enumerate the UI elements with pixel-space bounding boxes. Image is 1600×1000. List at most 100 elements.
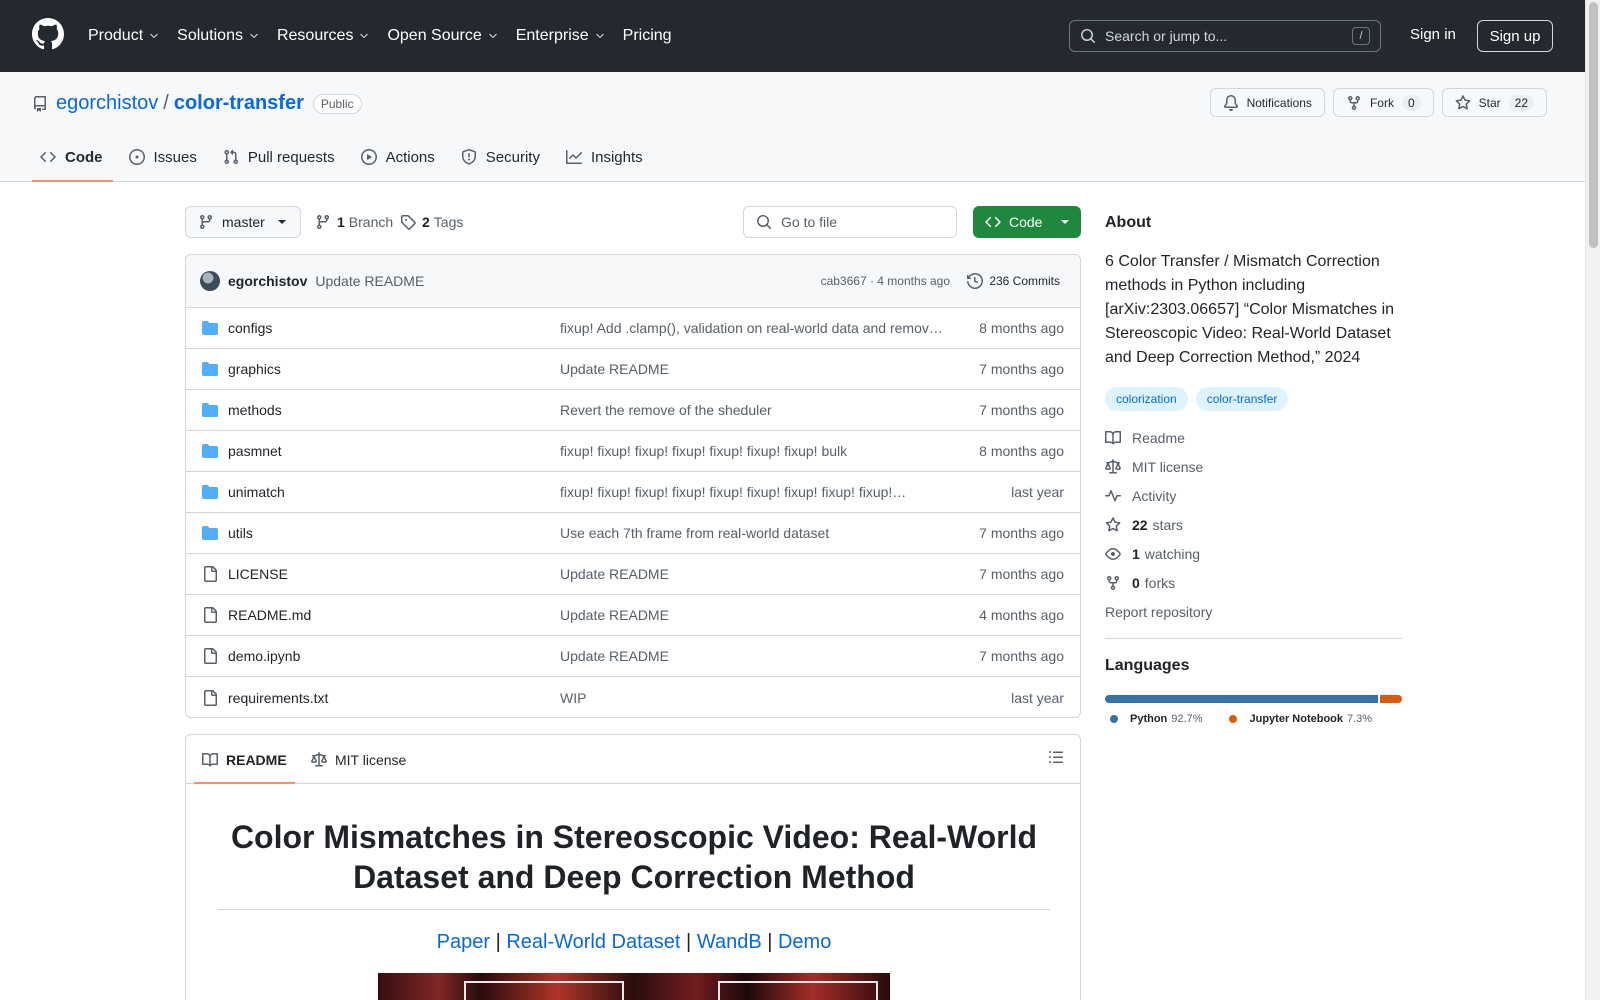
commit-message-link[interactable]: Update README	[560, 607, 945, 623]
stars-link[interactable]: 22 stars	[1105, 510, 1402, 539]
folder-icon-wrap	[202, 484, 218, 500]
branches-link[interactable]: 1 Branch	[315, 214, 393, 230]
commit-age: 8 months ago	[979, 320, 1064, 336]
watchers-link[interactable]: 1 watching	[1105, 539, 1402, 568]
branch-selector-button[interactable]: master	[185, 206, 301, 238]
nav-solutions[interactable]: Solutions	[177, 27, 260, 45]
language-item[interactable]: Jupyter Notebook 7.3%	[1224, 713, 1372, 725]
commit-message-link[interactable]: Update README	[560, 361, 945, 377]
fork-button[interactable]: Fork 0	[1332, 88, 1434, 117]
commit-message-link[interactable]: fixup! fixup! fixup! fixup! fixup! fixup…	[560, 443, 945, 459]
table-row[interactable]: configs fixup! Add .clamp(), validation o…	[186, 308, 1080, 349]
scrollbar-thumb[interactable]	[1589, 2, 1598, 248]
file-name-link[interactable]: README.md	[228, 607, 311, 623]
table-row[interactable]: utils Use each 7th frame from real-world …	[186, 513, 1080, 554]
file-name-link[interactable]: pasmnet	[228, 443, 282, 459]
sign-up-button[interactable]: Sign up	[1477, 20, 1553, 52]
table-row[interactable]: methods Revert the remove of the sheduler…	[186, 390, 1080, 431]
search-icon	[1081, 29, 1095, 43]
language-item[interactable]: Python 92.7%	[1105, 713, 1202, 725]
commit-message-link[interactable]: fixup! Add .clamp(), validation on real-…	[560, 320, 945, 336]
file-name-link[interactable]: demo.ipynb	[228, 648, 300, 664]
repo-owner-link[interactable]: egorchistov	[56, 92, 158, 115]
nav-pricing[interactable]: Pricing	[623, 27, 672, 45]
page-scrollbar[interactable]	[1585, 0, 1600, 1000]
nav-enterprise[interactable]: Enterprise	[516, 27, 606, 45]
demo-link[interactable]: Demo	[778, 931, 831, 953]
tab-issues[interactable]: Issues	[121, 132, 207, 182]
commit-age: 7 months ago	[979, 566, 1064, 582]
topic-tag[interactable]: color-transfer	[1195, 387, 1289, 411]
commits-history-link[interactable]: 236 Commits	[967, 273, 1060, 289]
file-name-link[interactable]: unimatch	[228, 484, 285, 500]
code-dropdown-button[interactable]: Code	[973, 206, 1081, 238]
nav-resources[interactable]: Resources	[277, 27, 370, 45]
real-world-dataset-link[interactable]: Real-World Dataset	[506, 931, 680, 953]
activity-link[interactable]: Activity	[1105, 481, 1402, 510]
github-logo-icon[interactable]	[32, 18, 64, 50]
link-separator: |	[767, 931, 773, 953]
file-name-link[interactable]: methods	[228, 402, 282, 418]
tab-readme[interactable]: README	[194, 735, 295, 784]
tab-actions[interactable]: Actions	[353, 132, 445, 182]
fork-icon	[1107, 575, 1119, 590]
sign-in-link[interactable]: Sign in	[1410, 26, 1456, 43]
forks-link[interactable]: 0 forks	[1105, 568, 1402, 597]
table-row[interactable]: unimatch fixup! fixup! fixup! fixup! fixu…	[186, 472, 1080, 513]
fork-count: 0	[1401, 94, 1421, 111]
topic-tag[interactable]: colorization	[1105, 387, 1188, 411]
search-placeholder: Search or jump to...	[1105, 28, 1228, 44]
nav-product[interactable]: Product	[88, 27, 160, 45]
readme-link[interactable]: Readme	[1105, 423, 1402, 452]
tab-code[interactable]: Code	[32, 132, 113, 182]
global-search-input[interactable]: Search or jump to... /	[1069, 20, 1381, 52]
table-row[interactable]: graphics Update README 7 months ago	[186, 349, 1080, 390]
commit-message-link[interactable]: Revert the remove of the sheduler	[560, 402, 945, 418]
tab-pull-requests[interactable]: Pull requests	[215, 132, 345, 182]
go-to-file-input[interactable]: Go to file	[743, 206, 957, 238]
file-name-link[interactable]: requirements.txt	[228, 690, 328, 706]
commit-message-link[interactable]: fixup! fixup! fixup! fixup! fixup! fixup…	[560, 484, 945, 500]
report-repository-link[interactable]: Report repository	[1105, 597, 1402, 626]
table-of-contents-button[interactable]	[1048, 749, 1064, 765]
table-row[interactable]: LICENSE Update README 7 months ago	[186, 554, 1080, 595]
file-name-link[interactable]: graphics	[228, 361, 281, 377]
tab-security[interactable]: Security	[453, 132, 550, 182]
commit-hash-and-time[interactable]: cab3667 · 4 months ago	[821, 274, 950, 288]
table-row[interactable]: README.md Update README 4 months ago	[186, 595, 1080, 636]
caret-down-icon	[1061, 220, 1069, 224]
commit-message-link[interactable]: Update README	[315, 273, 424, 289]
nav-open-source[interactable]: Open Source	[387, 27, 498, 45]
commit-message-link[interactable]: Update README	[560, 566, 945, 582]
commit-author-link[interactable]: egorchistov	[228, 273, 307, 289]
commit-message-link[interactable]: Use each 7th frame from real-world datas…	[560, 525, 945, 541]
book-icon	[1105, 430, 1121, 444]
stars-count: 22	[1132, 516, 1148, 533]
table-row[interactable]: requirements.txt WIP last year	[186, 677, 1080, 717]
star-button[interactable]: Star 22	[1441, 88, 1547, 117]
tags-link[interactable]: 2 Tags	[400, 214, 463, 230]
file-name-link[interactable]: LICENSE	[228, 566, 288, 582]
avatar[interactable]	[200, 271, 220, 291]
tab-license[interactable]: MIT license	[311, 735, 406, 784]
file-name-link[interactable]: configs	[228, 320, 272, 336]
book-icon	[202, 752, 218, 766]
code-icon	[985, 216, 1001, 228]
repo-name-link[interactable]: color-transfer	[174, 92, 304, 115]
paper-link[interactable]: Paper	[437, 931, 490, 953]
commit-message-link[interactable]: WIP	[560, 690, 945, 706]
tag-count: 2	[422, 214, 430, 230]
file-name-link[interactable]: utils	[228, 525, 253, 541]
notifications-button[interactable]: Notifications	[1209, 88, 1325, 117]
visibility-badge: Public	[312, 93, 362, 114]
folder-icon	[202, 362, 218, 376]
folder-icon	[202, 321, 218, 335]
wandb-link[interactable]: WandB	[697, 931, 762, 953]
tab-insights[interactable]: Insights	[558, 132, 653, 182]
commit-message-link[interactable]: Update README	[560, 648, 945, 664]
license-link[interactable]: MIT license	[1105, 452, 1402, 481]
fork-icon	[1347, 95, 1360, 110]
table-row[interactable]: demo.ipynb Update README 7 months ago	[186, 636, 1080, 677]
table-row[interactable]: pasmnet fixup! fixup! fixup! fixup! fixup…	[186, 431, 1080, 472]
readme-links: Paper | Real-World Dataset | WandB | Dem…	[186, 931, 1080, 954]
